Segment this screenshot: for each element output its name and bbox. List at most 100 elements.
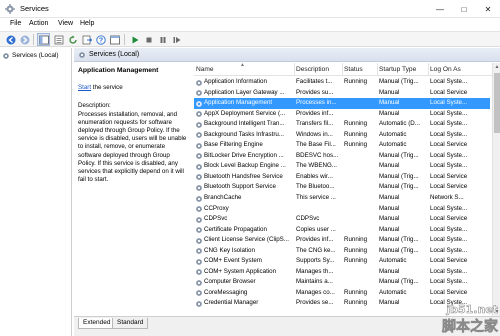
table-row[interactable]: Application Information Facilitates t... R…	[194, 77, 490, 88]
details-view-button[interactable]	[108, 33, 121, 46]
table-row[interactable]: Background Tasks Infrastru... Windows in.…	[194, 130, 490, 141]
start-service-button[interactable]	[128, 33, 141, 46]
forward-button[interactable]	[18, 33, 31, 46]
back-arrow-icon	[6, 35, 15, 44]
column-description[interactable]: Description	[296, 66, 329, 73]
toolbar-separator	[124, 34, 125, 45]
service-status: Running	[344, 299, 368, 307]
table-row[interactable]: Block Level Backup Engine ... The WBENG..…	[194, 161, 490, 172]
refresh-button[interactable]	[66, 33, 79, 46]
service-name: CoreMessaging	[204, 288, 248, 296]
table-row[interactable]: Client License Service (ClipS... Provides…	[194, 235, 490, 246]
export-list-button[interactable]	[80, 33, 93, 46]
table-row[interactable]: Bluetooth Handsfree Service Enables wir..…	[194, 172, 490, 183]
tree-node-services-local[interactable]: Services (Local)	[2, 50, 70, 61]
table-row[interactable]: Application Layer Gateway ... Provides su…	[194, 88, 490, 99]
table-row[interactable]: COM+ Event System Supports Sy... Running Au…	[194, 256, 490, 267]
view-tabs: Extended Standard	[74, 316, 500, 336]
restart-service-icon	[173, 36, 180, 43]
maximize-icon: □	[461, 4, 467, 14]
table-row[interactable]: BitLocker Drive Encryption ... BDESVC hos…	[194, 151, 490, 162]
pause-service-button[interactable]	[156, 33, 169, 46]
table-row[interactable]: CDPSvc CDPSvc Manual Local Service	[194, 214, 490, 225]
stop-service-button[interactable]	[142, 33, 155, 46]
service-gear-icon	[196, 153, 202, 160]
services-list: ▲ Name Description Status Startup Type L…	[194, 62, 500, 316]
service-startup-type: Manual	[379, 88, 400, 96]
column-divider[interactable]	[294, 63, 295, 76]
restart-service-button[interactable]	[170, 33, 183, 46]
close-icon: ✕	[484, 4, 492, 14]
column-startup-type[interactable]: Startup Type	[379, 66, 416, 73]
service-description: CDPSvc	[296, 215, 320, 223]
service-log-on-as: Local Syste...	[430, 130, 468, 138]
vertical-scrollbar[interactable]: ▲ ▼	[492, 63, 500, 316]
service-gear-icon	[196, 111, 202, 118]
column-name[interactable]: Name	[196, 66, 214, 73]
service-name: Application Management	[204, 99, 273, 107]
table-row[interactable]: Computer Browser Maintains a... Manual (Tr…	[194, 277, 490, 288]
table-row[interactable]: Application Management Processes in... Man…	[194, 98, 490, 109]
scroll-up-icon[interactable]: ▲	[493, 63, 500, 71]
table-row[interactable]: Background Intelligent Tran... Transfers …	[194, 119, 490, 130]
menu-action[interactable]: Action	[29, 20, 48, 27]
minimize-button[interactable]: —	[428, 0, 452, 18]
service-description: The CNG ke...	[296, 246, 336, 254]
service-status: Running	[344, 236, 368, 244]
maximize-button[interactable]: □	[452, 0, 476, 18]
back-button[interactable]	[4, 33, 17, 46]
service-log-on-as: Local Service	[430, 257, 468, 265]
service-log-on-as: Network S...	[430, 194, 464, 202]
tab-extended[interactable]: Extended	[78, 318, 116, 329]
menu-help[interactable]: Help	[80, 20, 94, 27]
table-row[interactable]: Certificate Propagation Copies user ... Ma…	[194, 225, 490, 236]
service-gear-icon	[196, 248, 202, 255]
service-description: The Bluetoo...	[296, 183, 335, 191]
tab-standard[interactable]: Standard	[112, 318, 149, 329]
table-row[interactable]: CoreMessaging Manages co... Running Automat…	[194, 288, 490, 299]
close-button[interactable]: ✕	[476, 0, 500, 18]
toolbar: ?	[0, 31, 500, 47]
service-name: Bluetooth Support Service	[204, 183, 276, 191]
table-row[interactable]: COM+ System Application Manages th... Manu…	[194, 267, 490, 278]
column-header-row: ▲ Name Description Status Startup Type L…	[194, 62, 500, 76]
help-button[interactable]: ?	[94, 33, 107, 46]
menu-view[interactable]: View	[58, 20, 73, 27]
service-status: Running	[344, 120, 368, 128]
column-divider[interactable]	[342, 63, 343, 76]
service-gear-icon	[196, 227, 202, 234]
service-description: Windows in...	[296, 130, 333, 138]
stop-service-icon	[146, 37, 151, 42]
column-status[interactable]: Status	[344, 66, 363, 73]
properties-button[interactable]	[52, 33, 65, 46]
column-log-on-as[interactable]: Log On As	[430, 66, 461, 73]
service-startup-type: Automatic	[379, 141, 407, 149]
column-divider[interactable]	[377, 63, 378, 76]
menu-bar: File Action View Help	[0, 18, 500, 31]
table-row[interactable]: Bluetooth Support Service The Bluetoo... M…	[194, 182, 490, 193]
service-name: Background Tasks Infrastru...	[204, 130, 285, 138]
table-row[interactable]: Base Filtering Engine The Base Fil... Runn…	[194, 140, 490, 151]
service-name: BranchCache	[204, 194, 242, 202]
service-startup-type: Manual (Trig...	[379, 236, 419, 244]
show-console-tree-button[interactable]	[37, 33, 50, 46]
service-description: Provides se...	[296, 299, 334, 307]
service-name: Client License Service (ClipS...	[204, 236, 289, 244]
service-startup-type: Manual (Trig...	[379, 278, 419, 286]
properties-list-icon	[54, 35, 63, 44]
service-log-on-as: Local Syste...	[430, 267, 468, 275]
service-gear-icon	[196, 195, 202, 202]
service-name: CCProxy	[204, 204, 229, 212]
table-row[interactable]: AppX Deployment Service (... Provides inf…	[194, 109, 490, 120]
table-row[interactable]: CCProxy Manual Local Syste...	[194, 204, 490, 215]
service-gear-icon	[196, 79, 202, 86]
table-row[interactable]: BranchCache This service ... Manual Network…	[194, 193, 490, 204]
menu-file[interactable]: File	[10, 20, 21, 27]
column-divider[interactable]	[428, 63, 429, 76]
start-service-icon	[132, 36, 138, 43]
table-row[interactable]: CNG Key Isolation The CNG ke... Running Man…	[194, 246, 490, 257]
service-name: Base Filtering Engine	[204, 141, 263, 149]
start-service-link[interactable]: Start	[78, 84, 91, 91]
service-log-on-as: Local Service	[430, 88, 468, 96]
scrollbar-thumb[interactable]	[494, 73, 500, 133]
